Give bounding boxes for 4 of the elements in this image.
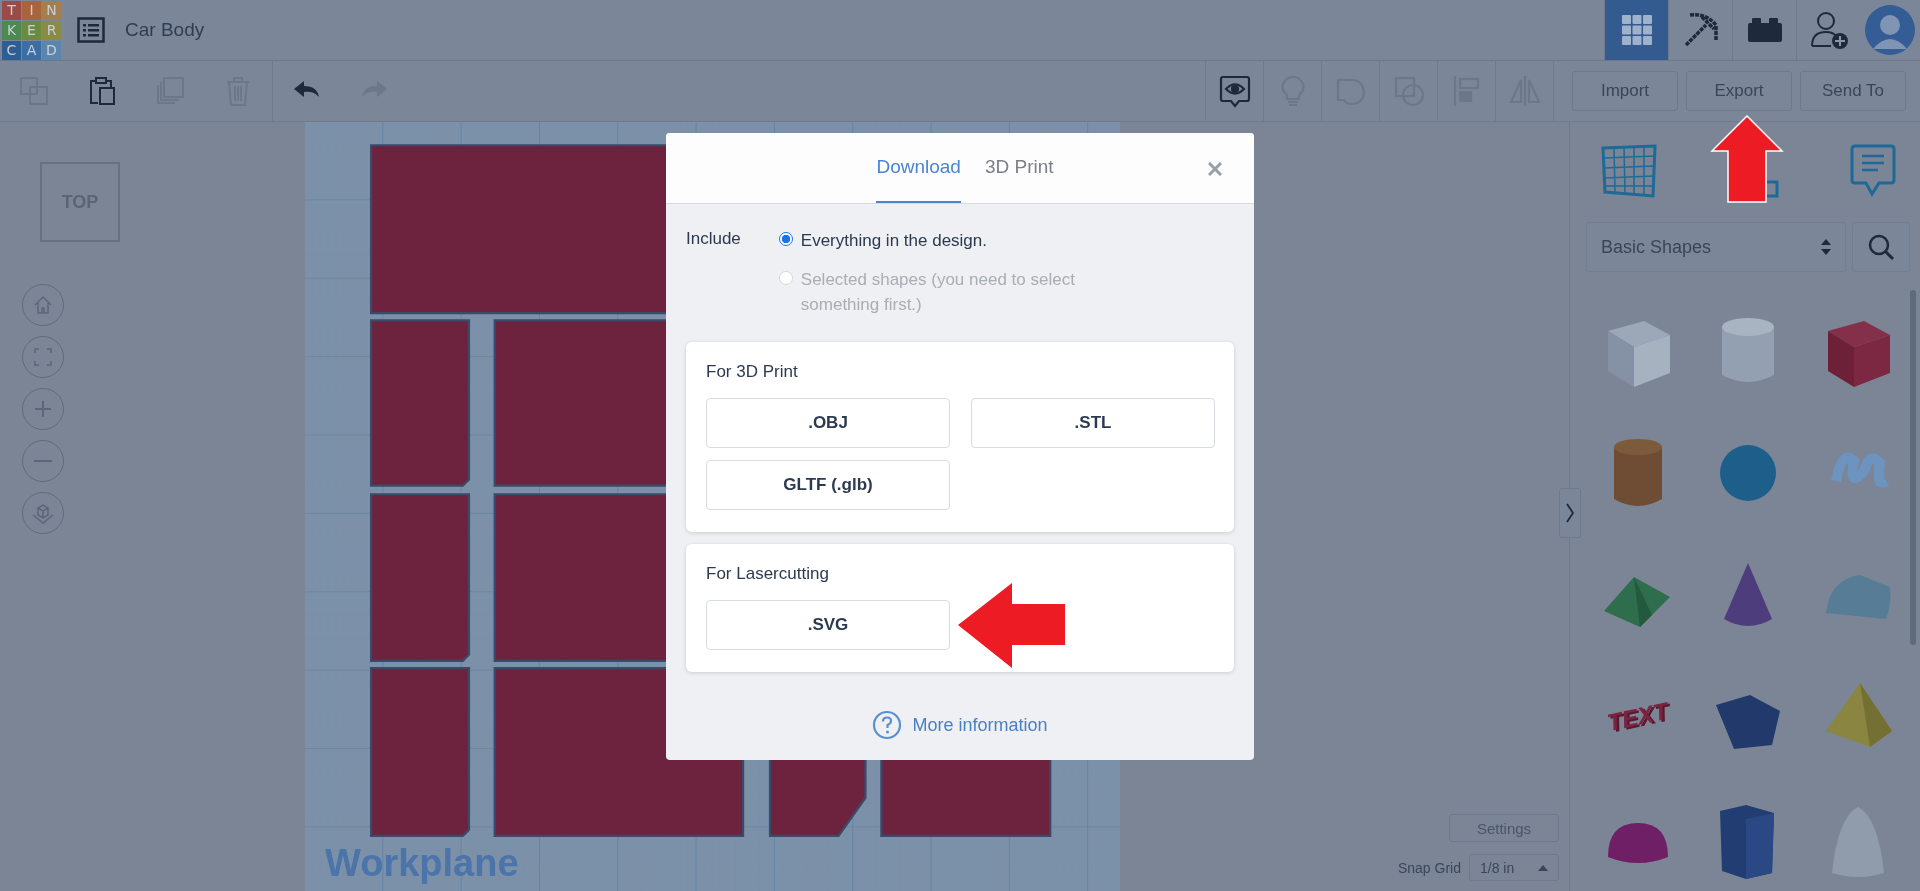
include-label: Include bbox=[686, 228, 741, 250]
card-title: For Lasercutting bbox=[706, 564, 830, 584]
snap-grid-label: Snap Grid bbox=[1397, 859, 1461, 876]
card-title: For 3D Print bbox=[706, 362, 799, 382]
